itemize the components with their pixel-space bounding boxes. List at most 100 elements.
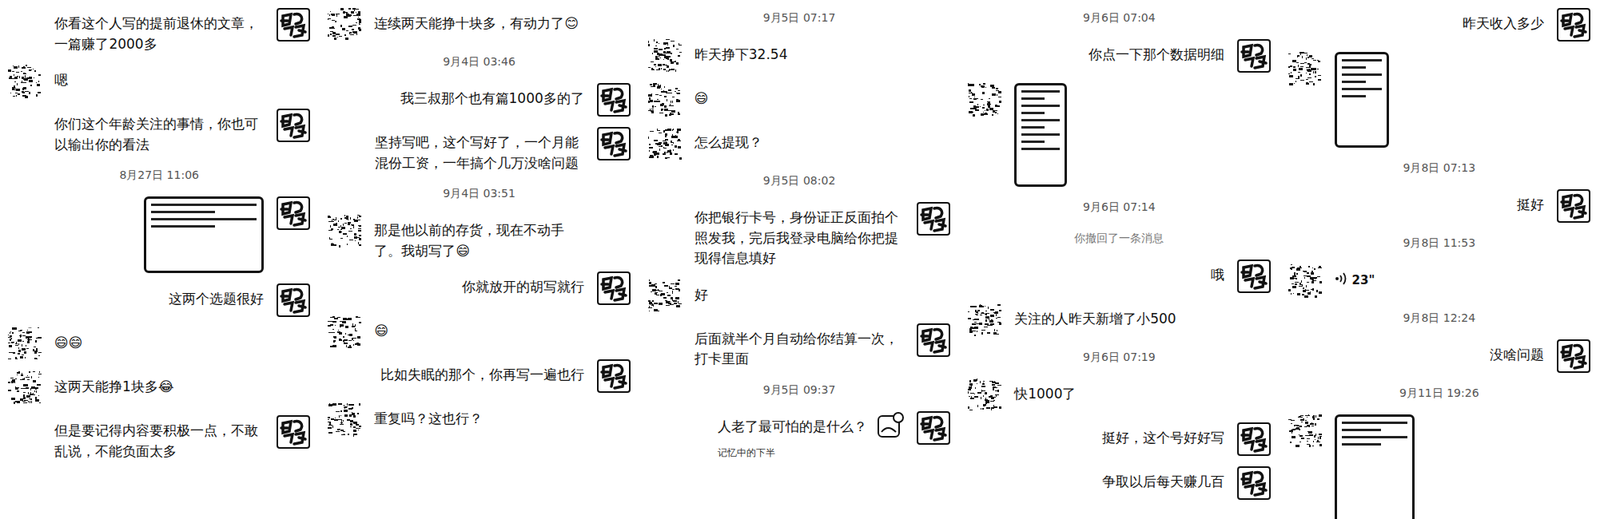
- message-text[interactable]: 😄😄: [54, 327, 83, 355]
- message-text[interactable]: 这两天能挣1块多😂: [54, 371, 175, 399]
- timestamp: 9月11日 19:26: [1288, 383, 1591, 405]
- message-text[interactable]: 好: [694, 279, 709, 307]
- my-avatar-icon[interactable]: [1556, 339, 1591, 374]
- message: [1288, 51, 1390, 148]
- image-line: [1021, 133, 1060, 136]
- my-avatar-icon[interactable]: [276, 108, 311, 143]
- message-row: 连续两天能挣十块多，有动力了😊: [327, 7, 630, 42]
- my-avatar-icon[interactable]: [1556, 7, 1591, 42]
- message-row: 比如失眠的那个，你再写一遍也行: [327, 359, 630, 394]
- message-text[interactable]: 关注的人昨天新增了小500: [1014, 303, 1176, 331]
- message-text[interactable]: 😄: [374, 315, 389, 343]
- message-row: 9月8日 12:24: [1288, 308, 1591, 330]
- contact-avatar-icon[interactable]: [1288, 264, 1322, 299]
- link-card[interactable]: 人老了最可怕的是什么？记忆中的下半: [717, 411, 904, 461]
- contact-avatar-icon[interactable]: [648, 39, 682, 73]
- message-text[interactable]: 这两个选题很好: [168, 283, 264, 311]
- contact-avatar-icon[interactable]: [967, 303, 1002, 338]
- message-text[interactable]: 怎么提现？: [694, 127, 763, 154]
- message-text[interactable]: 你看这个人写的提前退休的文章，一篇赚了2000多: [54, 7, 264, 55]
- my-avatar-icon[interactable]: [916, 323, 951, 358]
- message-text[interactable]: 争取以后每天赚几百: [1102, 466, 1225, 494]
- my-avatar-icon[interactable]: [276, 196, 311, 231]
- contact-avatar-icon[interactable]: [967, 83, 1002, 117]
- contact-avatar-icon[interactable]: [648, 127, 682, 161]
- message: [1288, 414, 1415, 519]
- my-avatar-icon[interactable]: [597, 359, 631, 394]
- message-text[interactable]: 挺好，这个号好好写: [1102, 422, 1225, 450]
- my-avatar-icon[interactable]: [597, 271, 631, 306]
- message-text[interactable]: 嗯: [54, 64, 68, 92]
- chat-column: 你看这个人写的提前退休的文章，一篇赚了2000多嗯你们这个年龄关注的事情，你也可…: [0, 0, 320, 519]
- message-row: 8月27日 11:06: [7, 165, 311, 187]
- contact-avatar-icon[interactable]: [1288, 51, 1322, 86]
- my-avatar-icon[interactable]: [916, 411, 951, 446]
- message-text[interactable]: 后面就半个月自动给你结算一次，打卡里面: [694, 323, 904, 371]
- message: 嗯: [7, 64, 68, 99]
- message-text[interactable]: 哦: [1210, 259, 1225, 287]
- contact-avatar-icon[interactable]: [327, 403, 362, 438]
- contact-avatar-icon[interactable]: [7, 327, 42, 362]
- contact-avatar-icon[interactable]: [648, 83, 682, 117]
- message-text[interactable]: 你就放开的胡写就行: [461, 271, 585, 299]
- message-text[interactable]: 你们这个年龄关注的事情，你也可以输出你的看法: [54, 108, 264, 156]
- contact-avatar-icon[interactable]: [967, 378, 1002, 413]
- timestamp: 9月6日 07:19: [967, 347, 1270, 369]
- image-message[interactable]: [1334, 414, 1415, 519]
- contact-avatar-icon[interactable]: [648, 279, 682, 314]
- message-text[interactable]: 昨天挣下32.54: [694, 39, 789, 66]
- image-line: [151, 218, 257, 221]
- message-text[interactable]: 我三叔那个也有篇1000多的了: [400, 83, 585, 110]
- my-avatar-icon[interactable]: [1237, 466, 1271, 501]
- image-message[interactable]: [1014, 83, 1067, 188]
- my-avatar-icon[interactable]: [276, 7, 311, 42]
- my-avatar-icon[interactable]: [1556, 189, 1591, 223]
- message-text[interactable]: 你点一下那个数据明细: [1088, 39, 1225, 66]
- message: 你把银行卡号，身份证正反面拍个照发我，完后我登录电脑给你把提现得信息填好: [694, 202, 951, 270]
- message-row: 9月6日 07:19: [967, 347, 1270, 369]
- contact-avatar-icon[interactable]: [327, 315, 362, 350]
- contact-avatar-icon[interactable]: [7, 371, 42, 406]
- message-row: 9月11日 19:26: [1288, 383, 1591, 405]
- message-text[interactable]: 😄: [694, 83, 709, 110]
- message-row: 但是要记得内容要积极一点，不敢乱说，不能负面太多: [7, 415, 311, 462]
- message-row: 哦: [967, 259, 1270, 294]
- message-text[interactable]: 重复吗？这也行？: [374, 403, 483, 430]
- chat-column: 昨天收入多少9月8日 07:13挺好9月8日 11:5323"9月8日 12:2…: [1280, 0, 1600, 519]
- message: 这两个选题很好: [168, 283, 311, 318]
- my-avatar-icon[interactable]: [276, 283, 311, 318]
- message-row: 嗯: [7, 64, 311, 99]
- my-avatar-icon[interactable]: [1237, 39, 1271, 73]
- image-line: [151, 225, 215, 228]
- my-avatar-icon[interactable]: [597, 83, 631, 117]
- my-avatar-icon[interactable]: [276, 415, 311, 450]
- message: 你看这个人写的提前退休的文章，一篇赚了2000多: [54, 7, 311, 55]
- voice-message[interactable]: 23": [1334, 264, 1376, 289]
- message-text[interactable]: 你把银行卡号，身份证正反面拍个照发我，完后我登录电脑给你把提现得信息填好: [694, 202, 904, 270]
- my-avatar-icon[interactable]: [597, 127, 631, 161]
- image-message[interactable]: [143, 196, 264, 274]
- contact-avatar-icon[interactable]: [1288, 414, 1322, 449]
- chat-strips: 你看这个人写的提前退休的文章，一篇赚了2000多嗯你们这个年龄关注的事情，你也可…: [0, 0, 1600, 519]
- contact-avatar-icon[interactable]: [327, 214, 362, 249]
- message-row: 你点一下那个数据明细: [967, 39, 1270, 73]
- contact-avatar-icon[interactable]: [327, 7, 362, 42]
- message-text[interactable]: 昨天收入多少: [1462, 7, 1545, 35]
- my-avatar-icon[interactable]: [1237, 259, 1271, 294]
- message-text[interactable]: 那是他以前的存货，现在不动手了。我胡写了😄: [374, 214, 584, 262]
- my-avatar-icon[interactable]: [916, 202, 951, 236]
- message-text[interactable]: 连续两天能挣十块多，有动力了😊: [374, 7, 579, 35]
- my-avatar-icon[interactable]: [1237, 422, 1271, 457]
- message-text[interactable]: 但是要记得内容要积极一点，不敢乱说，不能负面太多: [54, 415, 264, 462]
- message: 坚持写吧，这个写好了，一个月能混份工资，一年搞个几万没啥问题: [374, 127, 631, 174]
- message-text[interactable]: 没啥问题: [1489, 339, 1545, 367]
- article-thumbnail-icon: [876, 411, 904, 442]
- message-text[interactable]: 坚持写吧，这个写好了，一个月能混份工资，一年搞个几万没啥问题: [374, 127, 585, 174]
- message: 连续两天能挣十块多，有动力了😊: [327, 7, 579, 42]
- message-text[interactable]: 挺好: [1516, 189, 1545, 216]
- message-text[interactable]: 快1000了: [1014, 378, 1076, 406]
- image-message[interactable]: [1334, 51, 1390, 148]
- contact-avatar-icon[interactable]: [7, 64, 42, 99]
- message-text[interactable]: 比如失眠的那个，你再写一遍也行: [380, 359, 585, 387]
- message-row: [1288, 414, 1591, 519]
